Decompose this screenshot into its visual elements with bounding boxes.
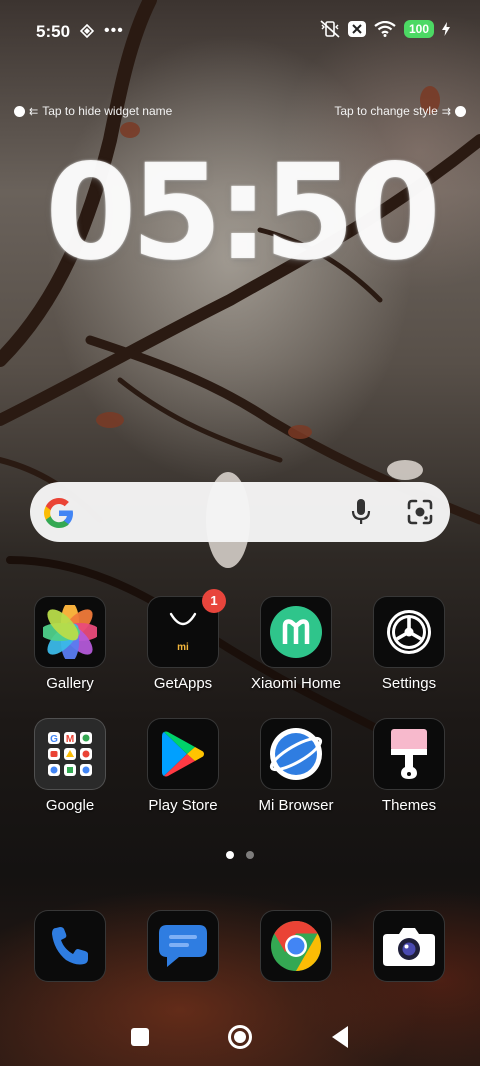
xiaomi-home-icon [260,596,332,668]
battery-level: 100 [403,20,434,38]
page-indicator[interactable] [0,851,480,859]
chrome-icon [260,910,332,982]
charging-icon [442,22,450,36]
left-arrow-icon: ⇇ [29,105,39,118]
right-arrow-icon: ⇉ [441,105,451,118]
app-label: Themes [381,797,437,814]
app-xiaomi-home[interactable]: Xiaomi Home [241,596,351,692]
app-label: Mi Browser [258,797,334,814]
themes-brush-icon [373,718,445,790]
svg-text:G: G [50,734,58,745]
settings-gear-icon [373,596,445,668]
app-label: Google [45,797,95,814]
google-logo [44,498,73,528]
wifi-icon [374,21,396,37]
page-dot [246,851,254,859]
app-themes[interactable]: Themes [354,718,464,814]
app-google-folder[interactable]: G M Google [15,718,125,814]
home-dot-icon [234,1031,246,1043]
svg-text:M: M [66,734,74,745]
status-notification-icons: ••• [80,22,124,39]
app-label: Settings [381,675,437,692]
google-search-bar[interactable] [30,482,450,542]
toggle-dot-icon [455,105,466,117]
app-getapps[interactable]: mi 1 GetApps [128,589,238,692]
app-label: Xiaomi Home [250,675,342,692]
dock-messages[interactable] [128,910,238,982]
vibrate-off-icon [320,20,340,38]
dock-camera[interactable] [354,910,464,982]
getapps-icon: mi 1 [147,589,226,668]
app-mi-browser[interactable]: Mi Browser [241,718,351,814]
svg-text:mi: mi [177,642,189,653]
microphone-icon[interactable] [348,498,374,526]
app-label: Gallery [46,675,94,692]
diamond-icon [80,24,94,38]
camera-icon [373,910,445,982]
home-button[interactable] [228,1025,252,1049]
app-gallery[interactable]: Gallery [15,596,125,692]
dock-phone[interactable] [15,910,125,982]
notification-badge: 1 [202,589,226,613]
clock-widget[interactable]: 05:50 [0,138,480,288]
google-lens-icon[interactable] [406,498,434,526]
app-settings[interactable]: Settings [354,596,464,692]
status-bar: 5:50 ••• 100 [0,0,480,62]
app-label: Play Store [148,797,218,814]
dock-chrome[interactable] [241,910,351,982]
back-button[interactable] [330,1025,350,1049]
play-store-icon [147,718,219,790]
app-play-store[interactable]: Play Store [128,718,238,814]
phone-icon [34,910,106,982]
page-dot-active [226,851,234,859]
gallery-icon [34,596,106,668]
messages-icon [147,910,219,982]
status-time: 5:50 [36,22,71,41]
hint-right-label: Tap to change style [334,104,438,118]
recents-button[interactable] [131,1028,149,1046]
hide-widget-name-hint[interactable]: ⇇ Tap to hide widget name [14,104,172,118]
status-right: 100 [320,20,450,38]
sim-off-icon [347,21,366,37]
toggle-dot-icon [14,105,25,117]
mi-browser-icon [260,718,332,790]
google-folder-icon: G M [34,718,106,790]
app-label: GetApps [153,675,213,692]
more-dots-icon: ••• [104,22,124,39]
navigation-bar [0,1010,480,1060]
hint-left-label: Tap to hide widget name [42,104,173,118]
change-style-hint[interactable]: Tap to change style ⇉ [334,104,466,118]
